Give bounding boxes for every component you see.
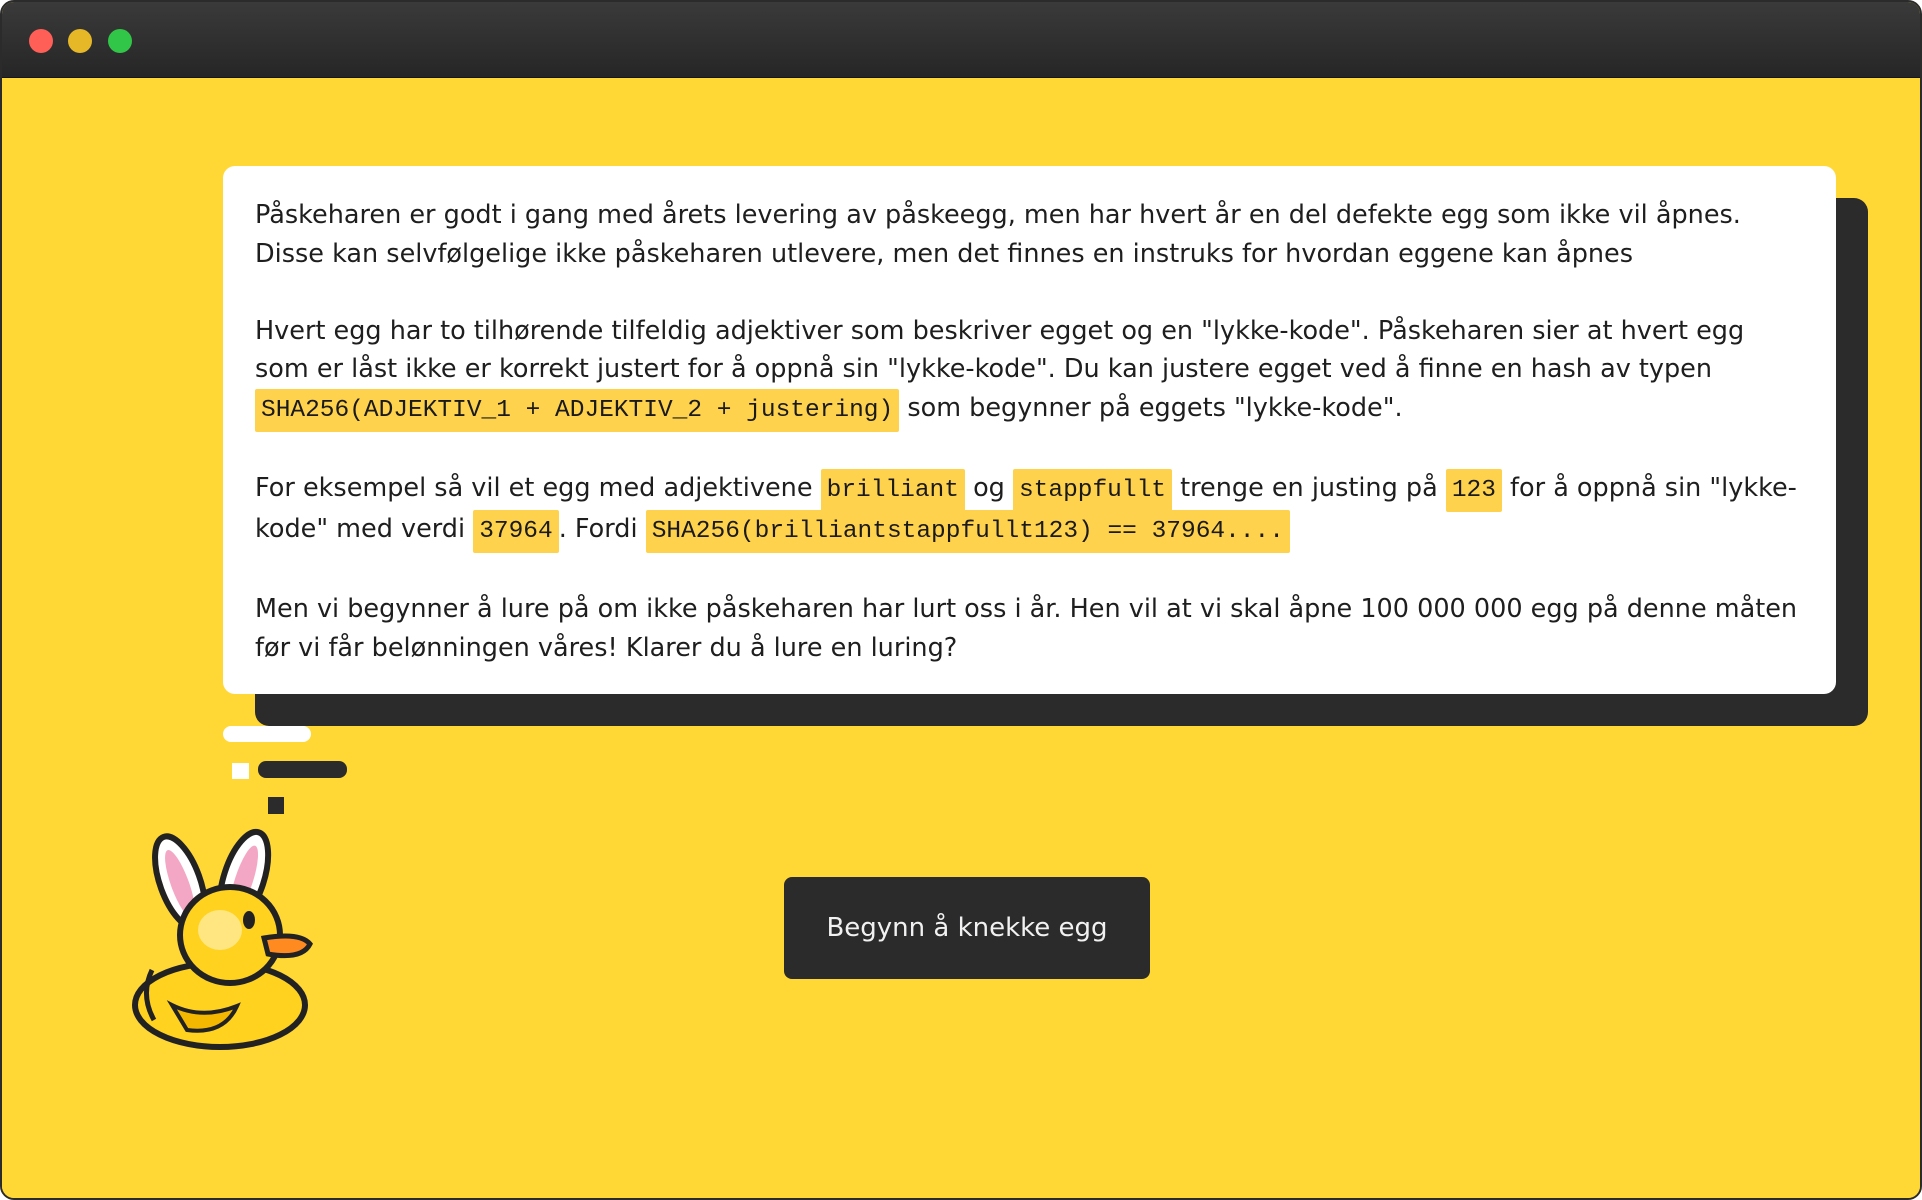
minimize-window-button[interactable]: [68, 29, 92, 53]
luck-code-value: 37964: [473, 510, 559, 553]
hash-example-code: SHA256(brilliantstappfullt123) == 37964.…: [645, 510, 1290, 553]
thought-bubble-dot-1: [232, 763, 249, 779]
bunny-duck-icon: [132, 828, 313, 1050]
intro-paragraph-2: Hvert egg har to tilhørende tilfeldig ad…: [255, 312, 1806, 432]
p3-text-a: For eksempel så vil et egg med adjektive…: [255, 472, 813, 503]
thought-bubble-bar-2: [258, 761, 347, 778]
adjective-2-code: stappfullt: [1012, 468, 1172, 512]
close-window-button[interactable]: [29, 29, 53, 53]
p3-text-e: . Fordi: [558, 514, 638, 544]
p3-text-c: trenge en justing på: [1180, 472, 1438, 503]
window-titlebar: [2, 2, 1920, 78]
p3-text-b: og: [973, 472, 1005, 503]
adjustment-code: 123: [1445, 468, 1502, 512]
start-cracking-button[interactable]: Begynn å knekke egg: [784, 877, 1150, 979]
intro-paragraph-1: Påskeharen er godt i gang med årets leve…: [255, 200, 1741, 269]
intro-paragraph-3: For eksempel så vil et egg med adjektive…: [255, 468, 1806, 553]
thought-bubble-dot-2: [268, 797, 284, 814]
p2-tail: som begynner på eggets "lykke-kode".: [907, 392, 1403, 423]
browser-window: Påskeharen er godt i gang med årets leve…: [0, 0, 1922, 1200]
intro-paragraph-4: Men vi begynner å lure på om ikke påskeh…: [255, 594, 1798, 663]
page-content: Påskeharen er godt i gang med årets leve…: [2, 78, 1920, 1198]
p2-text: Hvert egg har to tilhørende tilfeldig ad…: [255, 315, 1745, 385]
maximize-window-button[interactable]: [108, 29, 132, 53]
hash-formula-code: SHA256(ADJEKTIV_1 + ADJEKTIV_2 + justeri…: [255, 388, 900, 432]
thought-bubble-bar-1: [223, 726, 311, 742]
intro-card: Påskeharen er godt i gang med årets leve…: [223, 166, 1836, 694]
adjective-1-code: brilliant: [820, 468, 965, 512]
